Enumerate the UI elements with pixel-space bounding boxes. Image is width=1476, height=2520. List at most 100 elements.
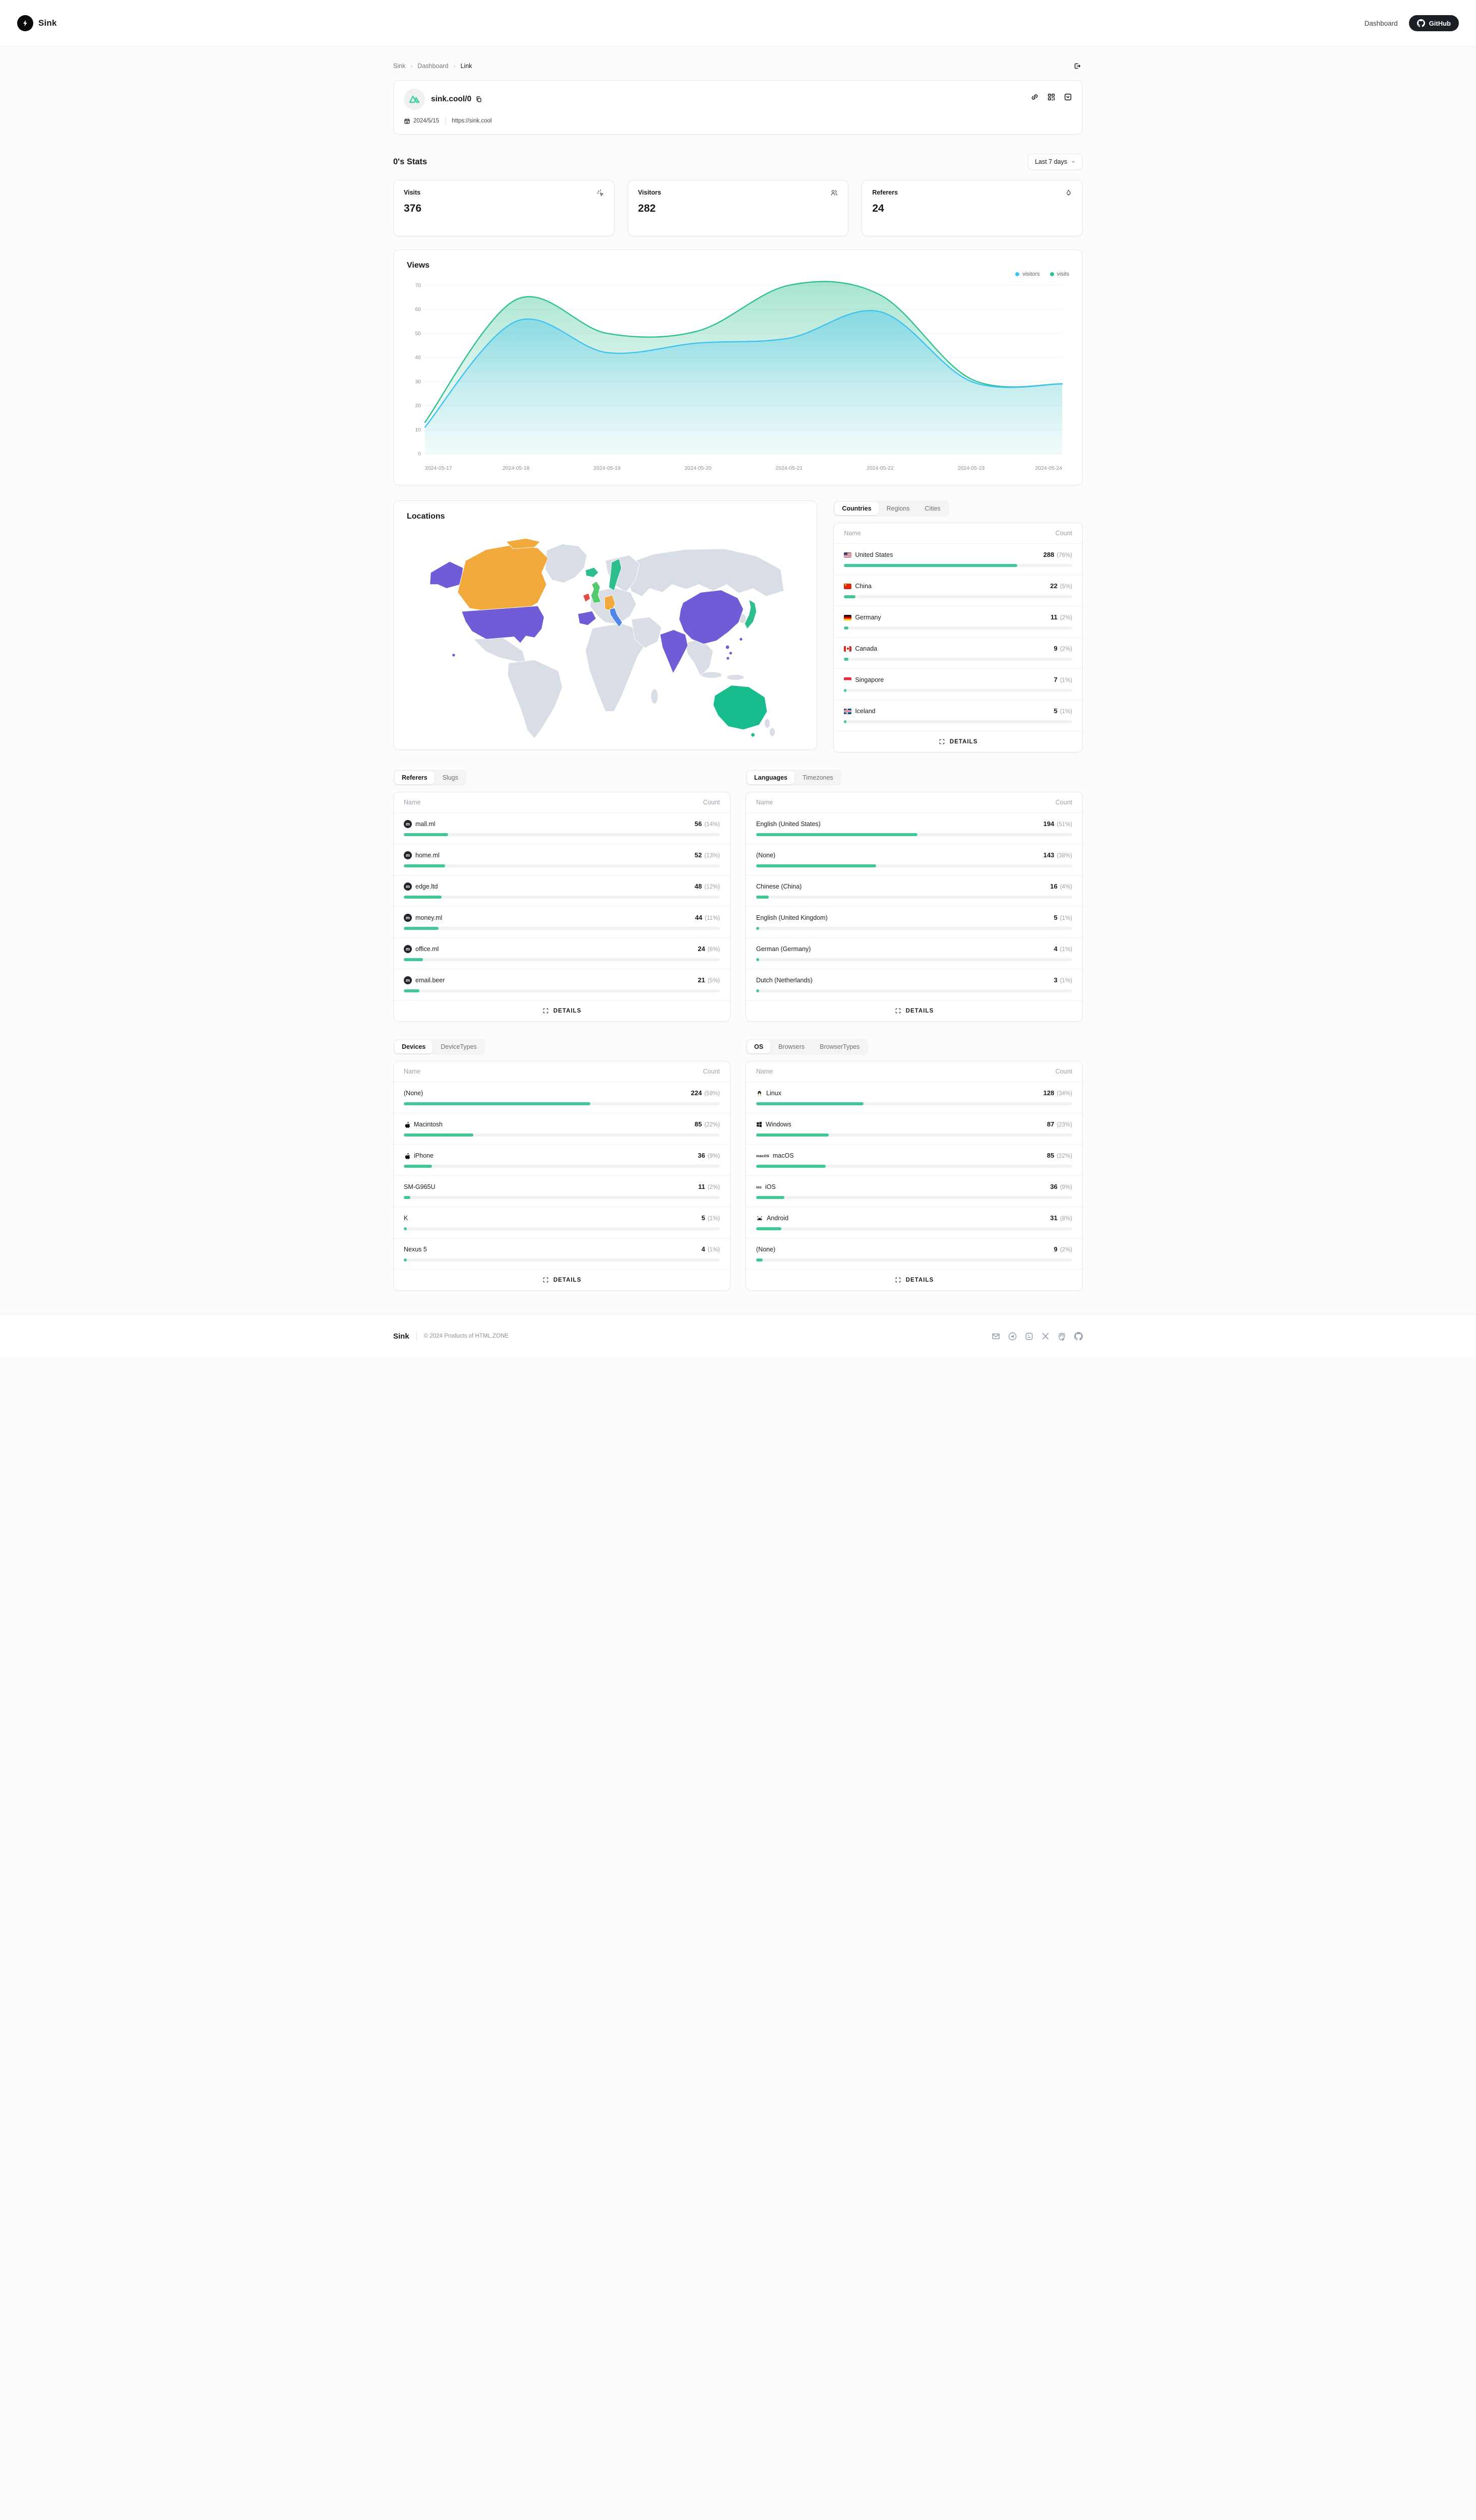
- tab-cities[interactable]: Cities: [918, 502, 948, 515]
- table-row: memail.beer21(5%): [394, 969, 730, 1000]
- row-name: China: [855, 583, 872, 590]
- details-button[interactable]: DETAILS: [834, 731, 1082, 752]
- languages-panel: LanguagesTimezones Name Count English (U…: [746, 770, 1083, 1022]
- github-button[interactable]: GitHub: [1409, 15, 1459, 31]
- column-header-name: Name: [844, 530, 860, 537]
- blogger-icon[interactable]: [1025, 1332, 1033, 1341]
- world-map[interactable]: [407, 524, 804, 738]
- tab-regions[interactable]: Regions: [880, 502, 917, 515]
- table-row: mmall.ml 56(14%): [394, 812, 730, 844]
- row-name: edge.ltd: [415, 883, 438, 890]
- row-name: home.ml: [415, 852, 440, 859]
- row-count: 4(1%): [1054, 944, 1072, 954]
- x-icon[interactable]: [1041, 1332, 1050, 1340]
- count-bar: [404, 927, 720, 930]
- tab-browsertypes[interactable]: BrowserTypes: [813, 1040, 867, 1053]
- row-name: (None): [756, 1246, 775, 1253]
- svg-text:60: 60: [415, 306, 421, 312]
- copy-icon[interactable]: [475, 96, 482, 103]
- views-title: Views: [407, 261, 1069, 270]
- row-name: Android: [767, 1215, 788, 1222]
- footer-copyright: © 2024 Products of HTML.ZONE: [424, 1333, 509, 1339]
- details-button[interactable]: DETAILS: [746, 1000, 1082, 1021]
- table-row: Germany11(2%): [834, 606, 1082, 637]
- row-name: mall.ml: [415, 821, 436, 828]
- views-area-chart[interactable]: 0102030405060702024-05-172024-05-182024-…: [407, 279, 1069, 477]
- row-name: Germany: [855, 614, 881, 621]
- github-icon[interactable]: [1074, 1332, 1083, 1341]
- count-bar: [404, 896, 720, 899]
- logout-button[interactable]: [1071, 60, 1083, 72]
- brand[interactable]: Sink: [17, 15, 57, 31]
- column-header-name: Name: [756, 799, 773, 806]
- qr-code-icon[interactable]: [1047, 93, 1056, 101]
- legend-item-visitors[interactable]: visitors: [1015, 271, 1039, 277]
- svg-text:10: 10: [415, 427, 421, 433]
- row-name: Windows: [766, 1121, 791, 1128]
- flame-icon: [1065, 189, 1072, 197]
- macos-logo-icon: macOS: [756, 1154, 769, 1158]
- tab-referers[interactable]: Referers: [395, 771, 435, 784]
- row-count: 5(1%): [701, 1214, 720, 1223]
- row-count: 56(14%): [695, 820, 720, 829]
- table-row: iosiOS36(9%): [746, 1175, 1082, 1207]
- details-label: DETAILS: [906, 1277, 934, 1283]
- column-header-name: Name: [404, 1068, 420, 1075]
- table-row: China22(5%): [834, 575, 1082, 606]
- gmail-icon[interactable]: [992, 1332, 1000, 1341]
- map-australia: [713, 685, 767, 730]
- tab-devicetypes[interactable]: DeviceTypes: [434, 1040, 484, 1053]
- details-label: DETAILS: [554, 1277, 582, 1283]
- count-bar: [756, 1258, 1072, 1262]
- count-bar: [404, 1227, 720, 1230]
- map-tasmania: [751, 733, 755, 737]
- count-bar: [404, 864, 720, 867]
- tab-countries[interactable]: Countries: [835, 502, 878, 515]
- svg-text:30: 30: [415, 379, 421, 385]
- details-button[interactable]: DETAILS: [746, 1269, 1082, 1290]
- mastodon-icon[interactable]: [1058, 1332, 1066, 1341]
- tab-os[interactable]: OS: [747, 1040, 770, 1053]
- table-row: Dutch (Netherlands)3(1%): [746, 969, 1082, 1000]
- lightning-logo-icon: [17, 15, 33, 31]
- tab-languages[interactable]: Languages: [747, 771, 794, 784]
- row-count: 11(2%): [698, 1182, 720, 1191]
- tab-slugs[interactable]: Slugs: [436, 771, 465, 784]
- svg-text:50: 50: [415, 331, 421, 337]
- count-bar: [404, 989, 720, 992]
- telegram-icon[interactable]: [1008, 1332, 1017, 1341]
- tab-browsers[interactable]: Browsers: [771, 1040, 812, 1053]
- row-count: 31(8%): [1050, 1214, 1072, 1223]
- map-philippines: [725, 645, 729, 649]
- nav-dashboard-link[interactable]: Dashboard: [1365, 20, 1398, 27]
- breadcrumb-item-sink[interactable]: Sink: [393, 62, 405, 70]
- tab-timezones[interactable]: Timezones: [795, 771, 840, 784]
- details-button[interactable]: DETAILS: [394, 1000, 730, 1021]
- link-icon[interactable]: [1030, 93, 1039, 101]
- site-favicon-icon: m: [404, 820, 412, 828]
- os-panel: OSBrowsersBrowserTypes Name Count Linux1…: [746, 1039, 1083, 1291]
- row-count: 85(22%): [695, 1120, 720, 1129]
- table-row: medge.ltd48(12%): [394, 875, 730, 906]
- stat-cards: Visits 376 Visitors 282 Referers: [393, 180, 1083, 236]
- svg-text:2024-05-22: 2024-05-22: [867, 465, 894, 471]
- stat-card-referers: Referers 24: [862, 180, 1083, 236]
- count-bar: [404, 1165, 720, 1168]
- tab-devices[interactable]: Devices: [395, 1040, 433, 1053]
- row-count: 44(11%): [695, 913, 720, 922]
- locations-map-card: Locations: [393, 500, 817, 750]
- row-count: 3(1%): [1054, 976, 1072, 985]
- row-count: 9(2%): [1054, 1245, 1072, 1254]
- link-target-url[interactable]: https://sink.cool: [452, 118, 491, 124]
- legend-item-visits[interactable]: visits: [1050, 271, 1069, 277]
- map-ireland: [583, 593, 590, 602]
- stat-label: Visitors: [638, 189, 661, 196]
- map-mexico: [473, 638, 526, 664]
- breadcrumb-item-dashboard[interactable]: Dashboard: [417, 62, 448, 70]
- table-row: Android 31(8%): [746, 1207, 1082, 1238]
- map-iceland: [585, 568, 598, 578]
- details-button[interactable]: DETAILS: [394, 1269, 730, 1290]
- table-row: SM-G965U11(2%): [394, 1175, 730, 1207]
- square-chevron-down-icon[interactable]: [1064, 93, 1072, 101]
- date-range-select[interactable]: Last 7 days: [1028, 154, 1083, 170]
